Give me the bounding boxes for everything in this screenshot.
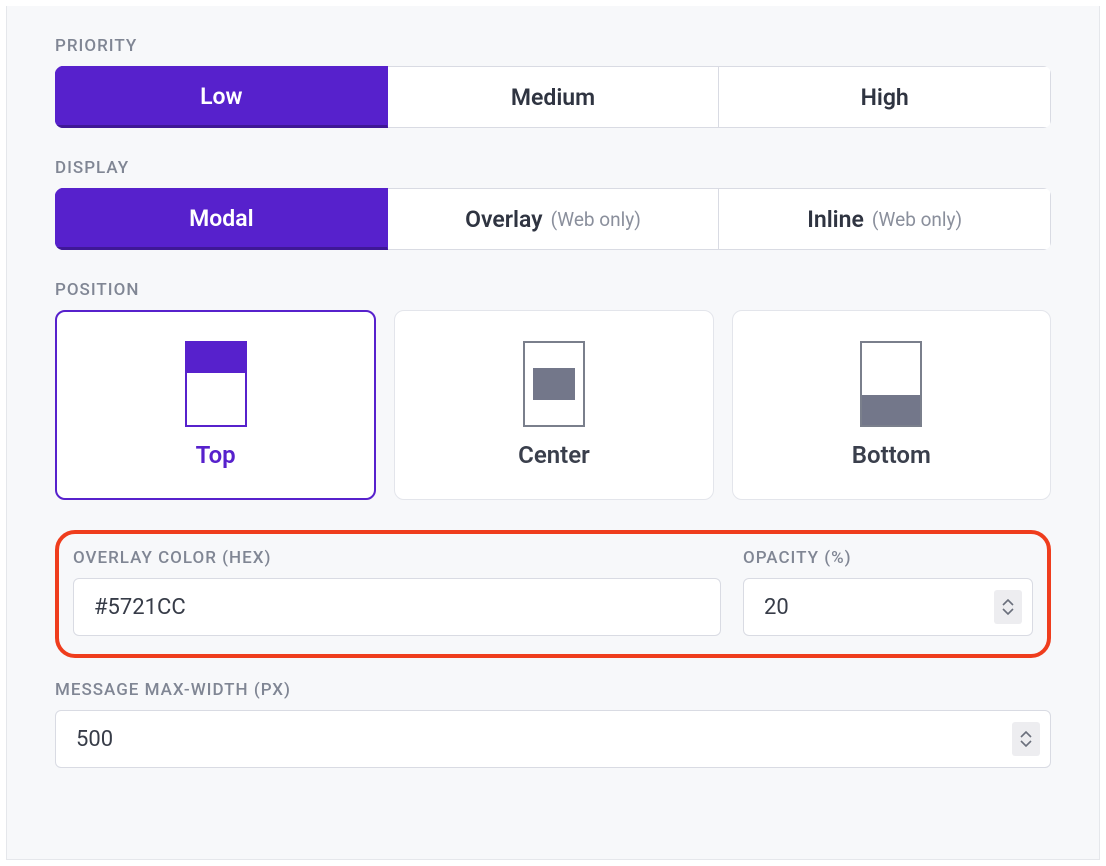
display-label: DISPLAY <box>55 158 1051 178</box>
display-option-inline[interactable]: Inline (Web only) <box>719 188 1051 250</box>
opacity-input-wrap <box>743 578 1033 636</box>
position-top-label: Top <box>196 441 236 469</box>
display-option-overlay-label: Overlay <box>465 206 542 233</box>
position-cards: Top Center Bottom <box>55 310 1051 500</box>
priority-label: PRIORITY <box>55 36 1051 56</box>
max-width-input[interactable] <box>76 727 1030 752</box>
display-section: DISPLAY Modal Overlay (Web only) Inline … <box>55 158 1051 250</box>
settings-panel: PRIORITY Low Medium High DISPLAY Modal O… <box>6 6 1100 860</box>
position-option-center[interactable]: Center <box>394 310 713 500</box>
priority-section: PRIORITY Low Medium High <box>55 36 1051 128</box>
max-width-input-wrap <box>55 710 1051 768</box>
opacity-label: OPACITY (%) <box>743 548 1033 568</box>
overlay-color-field: OVERLAY COLOR (HEX) <box>73 548 721 636</box>
position-top-icon <box>185 341 247 427</box>
display-option-modal[interactable]: Modal <box>55 188 388 250</box>
display-segmented-control: Modal Overlay (Web only) Inline (Web onl… <box>55 188 1051 250</box>
position-center-label: Center <box>518 441 590 469</box>
opacity-field: OPACITY (%) <box>743 548 1033 636</box>
position-section: POSITION Top Center Bottom <box>55 280 1051 500</box>
priority-option-medium[interactable]: Medium <box>388 66 720 128</box>
priority-segmented-control: Low Medium High <box>55 66 1051 128</box>
position-option-bottom[interactable]: Bottom <box>732 310 1051 500</box>
max-width-stepper[interactable] <box>1012 722 1040 756</box>
opacity-input[interactable] <box>764 595 1012 620</box>
priority-option-high[interactable]: High <box>719 66 1051 128</box>
opacity-stepper[interactable] <box>994 590 1022 624</box>
chevron-down-icon <box>1020 739 1032 747</box>
position-option-top[interactable]: Top <box>55 310 376 500</box>
display-option-inline-sub: (Web only) <box>872 208 962 231</box>
position-label: POSITION <box>55 280 1051 300</box>
overlay-color-input[interactable] <box>94 595 700 620</box>
position-center-icon <box>523 341 585 427</box>
overlay-color-label: OVERLAY COLOR (HEX) <box>73 548 721 568</box>
position-bottom-label: Bottom <box>852 441 931 469</box>
max-width-field: MESSAGE MAX-WIDTH (PX) <box>55 680 1051 768</box>
chevron-down-icon <box>1002 607 1014 615</box>
overlay-color-input-wrap <box>73 578 721 636</box>
position-bottom-icon <box>860 341 922 427</box>
max-width-label: MESSAGE MAX-WIDTH (PX) <box>55 680 1051 700</box>
display-option-overlay-sub: (Web only) <box>551 208 641 231</box>
display-option-modal-label: Modal <box>189 205 253 232</box>
priority-option-low[interactable]: Low <box>55 66 388 128</box>
chevron-up-icon <box>1002 599 1014 607</box>
display-option-overlay[interactable]: Overlay (Web only) <box>388 188 720 250</box>
chevron-up-icon <box>1020 731 1032 739</box>
highlighted-settings-row: OVERLAY COLOR (HEX) OPACITY (%) <box>55 530 1051 658</box>
display-option-inline-label: Inline <box>807 206 864 233</box>
